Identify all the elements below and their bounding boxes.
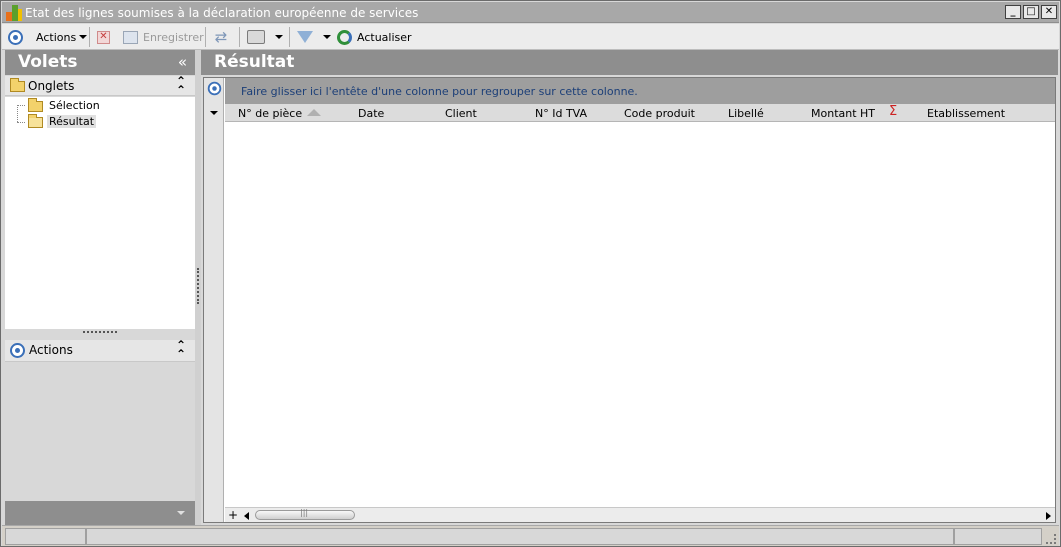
volets-panel: Volets « Onglets ⌃ ⌃ Sélection Résultat A… — [5, 50, 195, 525]
sum-icon[interactable]: Σ — [889, 104, 897, 119]
resize-grip-icon[interactable] — [1046, 534, 1056, 544]
refresh-icon — [337, 29, 352, 45]
scroll-right-icon[interactable] — [1046, 512, 1051, 520]
resultat-header: Résultat — [201, 50, 1058, 75]
delete-icon: ✕ — [97, 30, 110, 44]
grid-options-icon[interactable] — [207, 81, 222, 96]
minimize-button[interactable]: _ — [1005, 5, 1021, 19]
tree-connector — [17, 105, 25, 106]
sync-icon: ⇄ — [214, 28, 228, 46]
window-controls: _ □ ✕ — [1005, 5, 1057, 19]
printer-icon — [247, 30, 265, 44]
folder-icon — [28, 98, 43, 112]
title-bar[interactable]: Etat des lignes soumises à la déclaratio… — [2, 2, 1059, 23]
volets-header: Volets « — [5, 50, 195, 75]
sort-ascending-icon — [307, 109, 321, 116]
app-window: Etat des lignes soumises à la déclaratio… — [0, 0, 1061, 547]
toolbar-options-button[interactable] — [8, 28, 23, 46]
expand-icon[interactable]: + — [228, 508, 238, 522]
toolbar-separator — [289, 27, 290, 47]
actions-section-header[interactable]: Actions ⌃ ⌃ — [5, 339, 195, 362]
column-header-num-piece[interactable]: N° de pièce — [238, 107, 302, 120]
volets-title: Volets — [18, 52, 78, 72]
volets-footer[interactable] — [5, 501, 195, 525]
actions-menu-button[interactable]: Actions — [36, 28, 88, 46]
actions-menu-label: Actions — [36, 30, 77, 44]
save-icon — [123, 30, 138, 44]
status-cell — [86, 528, 954, 545]
column-header-client[interactable]: Client — [445, 107, 477, 120]
filter-button[interactable] — [297, 28, 331, 46]
maximize-button[interactable]: □ — [1023, 5, 1039, 19]
column-header-libelle[interactable]: Libellé — [728, 107, 764, 120]
save-label: Enregistrer — [143, 30, 204, 44]
column-header-montant-ht[interactable]: Montant HT — [811, 107, 875, 120]
tree-item-resultat[interactable]: Résultat — [47, 115, 97, 128]
chevron-down-icon — [177, 511, 185, 515]
refresh-label: Actualiser — [357, 30, 412, 44]
save-button[interactable]: Enregistrer — [123, 28, 204, 46]
results-grid: Faire glisser ici l'entête d'une colonne… — [203, 77, 1056, 523]
actions-section-label: Actions — [29, 343, 73, 357]
close-button[interactable]: ✕ — [1041, 5, 1057, 19]
onglets-label: Onglets — [28, 79, 75, 93]
horizontal-scrollbar[interactable]: + — [225, 507, 1055, 522]
toolbar: Actions ✕ Enregistrer ⇄ Actualiser — [2, 24, 1059, 50]
status-cell — [5, 528, 86, 545]
window-title: Etat des lignes soumises à la déclaratio… — [25, 6, 419, 20]
group-by-panel[interactable]: Faire glisser ici l'entête d'une colonne… — [225, 78, 1055, 104]
onglets-tree: Sélection Résultat — [5, 97, 195, 329]
onglets-section-header[interactable]: Onglets ⌃ ⌃ — [5, 75, 195, 96]
scrollbar-thumb[interactable] — [255, 508, 355, 520]
double-chevron-up-icon[interactable]: ⌃ ⌃ — [176, 339, 186, 360]
tree-item-selection[interactable]: Sélection — [47, 99, 102, 112]
tree-connector — [17, 122, 25, 123]
resultat-title: Résultat — [214, 52, 295, 72]
collapse-panel-icon[interactable]: « — [178, 53, 187, 71]
tree-connector — [17, 105, 18, 122]
chevron-down-icon — [79, 35, 88, 39]
row-indicator-column — [204, 78, 224, 522]
options-ring-icon — [8, 29, 23, 45]
status-bar — [2, 525, 1059, 546]
refresh-button[interactable]: Actualiser — [337, 28, 412, 46]
resultat-panel: Résultat Faire glisser ici l'entête d'un… — [201, 50, 1058, 525]
column-header-id-tva[interactable]: N° Id TVA — [535, 107, 587, 120]
folder-icon — [10, 78, 25, 92]
column-chooser-icon[interactable] — [210, 111, 218, 115]
column-header-date[interactable]: Date — [358, 107, 384, 120]
column-header-code-produit[interactable]: Code produit — [624, 107, 695, 120]
actions-ring-icon — [10, 343, 25, 358]
chevron-down-icon — [275, 35, 283, 39]
column-header-row: N° de pièce Date Client N° Id TVA Code p… — [225, 104, 1055, 122]
toolbar-separator — [239, 27, 240, 47]
filter-icon — [297, 31, 313, 43]
column-header-etablissement[interactable]: Etablissement — [927, 107, 1005, 120]
toolbar-separator — [205, 27, 206, 47]
print-button[interactable] — [247, 28, 283, 46]
splitter-grip-icon — [197, 268, 199, 304]
scroll-left-icon[interactable] — [244, 512, 249, 520]
folder-open-icon — [28, 114, 43, 128]
status-cell — [954, 528, 1042, 545]
double-chevron-up-icon[interactable]: ⌃ ⌃ — [176, 75, 186, 96]
group-by-hint: Faire glisser ici l'entête d'une colonne… — [241, 85, 638, 98]
chevron-down-icon — [323, 35, 331, 39]
toolbar-separator — [89, 27, 90, 47]
sync-button[interactable]: ⇄ — [213, 28, 229, 46]
delete-button[interactable]: ✕ — [97, 28, 110, 46]
app-logo-icon — [6, 5, 22, 21]
section-splitter-handle[interactable] — [83, 331, 117, 335]
